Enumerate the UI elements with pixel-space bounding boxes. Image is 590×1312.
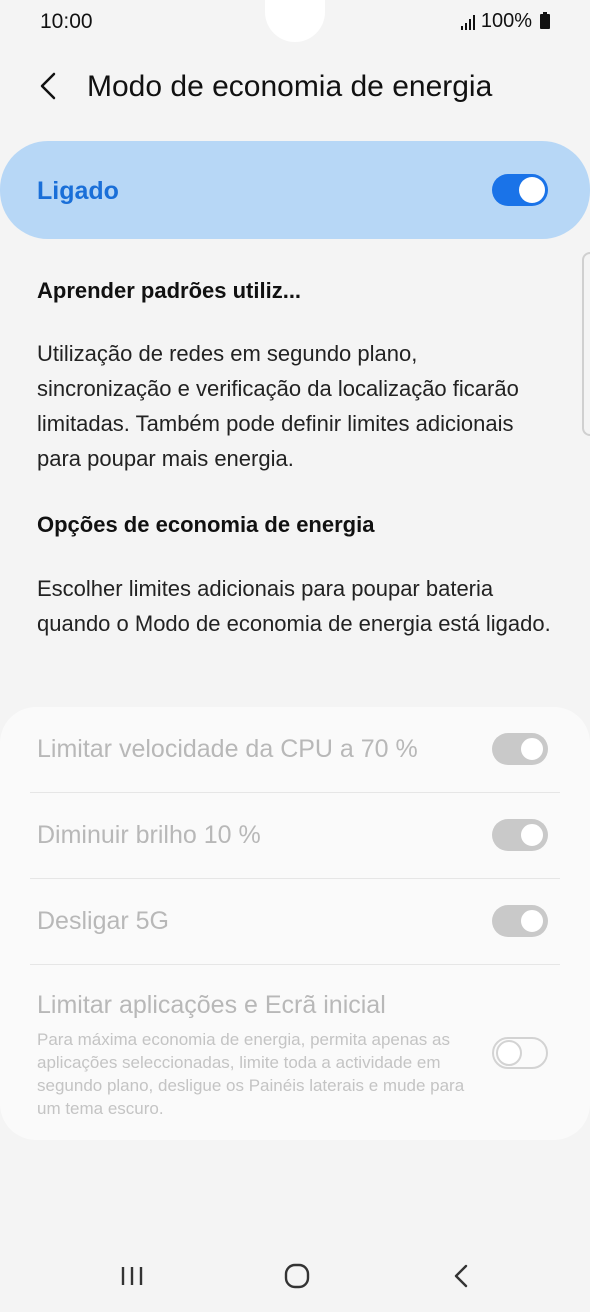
- app-header: Modo de economia de energia: [0, 58, 590, 118]
- master-switch-card[interactable]: Ligado: [0, 141, 590, 239]
- master-toggle[interactable]: [492, 174, 548, 206]
- option-toggle[interactable]: [492, 905, 548, 937]
- option-label: Limitar velocidade da CPU a 70 %: [37, 735, 418, 763]
- battery-icon: [540, 12, 550, 29]
- toggle-knob: [519, 736, 545, 762]
- battery-percentage: 100%: [480, 10, 532, 32]
- signal-icon: [460, 14, 475, 30]
- option-limit-apps-home[interactable]: Limitar aplicações e Ecrã inicial Para m…: [30, 965, 560, 1140]
- option-label: Diminuir brilho 10 %: [37, 821, 261, 849]
- option-toggle[interactable]: [492, 1037, 548, 1069]
- home-icon[interactable]: [275, 1258, 319, 1294]
- option-reduce-brightness[interactable]: Diminuir brilho 10 %: [30, 793, 560, 879]
- status-bar: 10:00 100%: [0, 0, 590, 48]
- section-description-saving-options: Escolher limites adicionais para poupar …: [37, 576, 551, 636]
- option-turn-off-5g[interactable]: Desligar 5G: [30, 879, 560, 965]
- navigation-bar: [0, 1240, 590, 1312]
- option-limit-cpu[interactable]: Limitar velocidade da CPU a 70 %: [30, 707, 560, 793]
- section-title-learn-patterns[interactable]: Aprender padrões utiliz...: [37, 278, 301, 304]
- toggle-knob: [496, 1040, 522, 1066]
- toggle-knob: [519, 822, 545, 848]
- section-title-saving-options: Opções de economia de energia: [37, 512, 375, 537]
- back-icon[interactable]: [440, 1258, 484, 1294]
- camera-notch: [265, 0, 325, 42]
- section-description-learn-patterns: Utilização de redes em segundo plano, si…: [37, 341, 519, 471]
- toggle-knob: [519, 908, 545, 934]
- toggle-knob: [519, 177, 545, 203]
- scroll-indicator: [582, 252, 590, 436]
- options-card: Limitar velocidade da CPU a 70 % Diminui…: [0, 707, 590, 1140]
- chevron-left-icon[interactable]: [32, 68, 68, 104]
- status-indicators: 100%: [460, 10, 550, 33]
- option-label: Desligar 5G: [37, 907, 169, 935]
- master-switch-label: Ligado: [37, 177, 119, 205]
- option-toggle[interactable]: [492, 733, 548, 765]
- option-toggle[interactable]: [492, 819, 548, 851]
- page-title: Modo de economia de energia: [87, 70, 493, 103]
- recent-apps-icon[interactable]: [110, 1258, 154, 1294]
- option-description: Para máxima economia de energia, permita…: [37, 1030, 465, 1118]
- option-label: Limitar aplicações e Ecrã inicial: [37, 991, 386, 1019]
- status-time: 10:00: [40, 10, 93, 33]
